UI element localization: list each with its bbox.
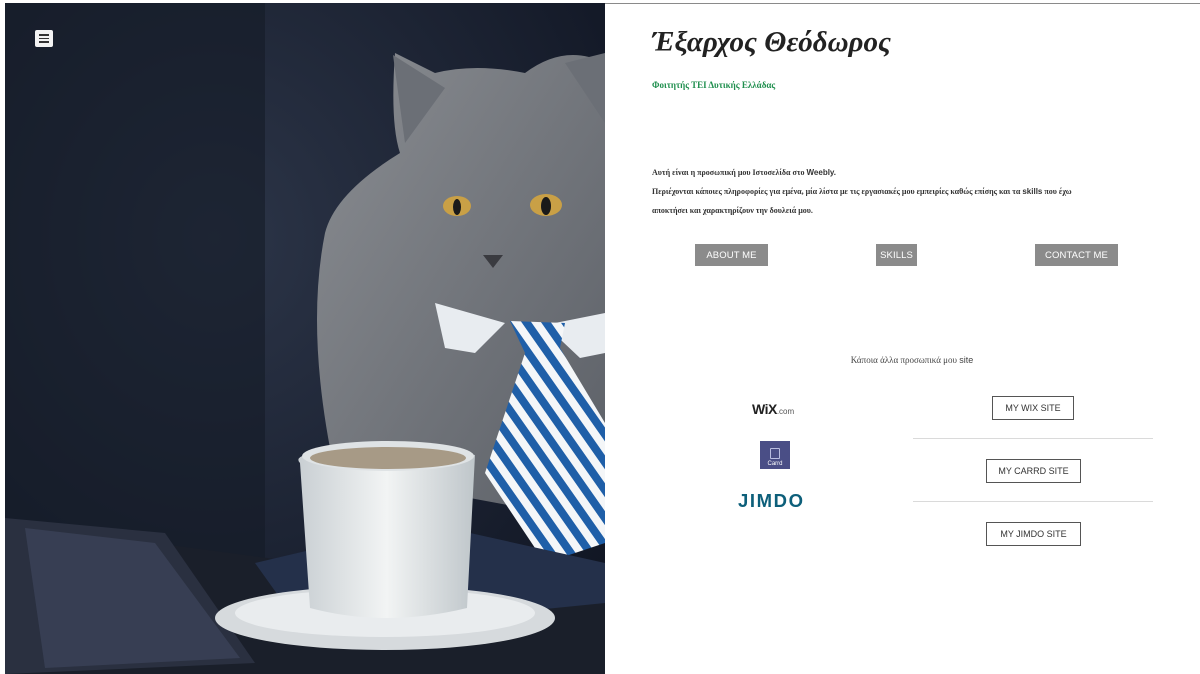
divider xyxy=(913,501,1153,502)
intro-weebly-brand: Weebly. xyxy=(806,168,837,177)
intro-line-2-suffix: που έχω xyxy=(1042,187,1072,196)
intro-skills-word: skills xyxy=(1022,187,1043,196)
carrd-logo: Carrd xyxy=(760,441,790,469)
my-jimdo-site-button[interactable]: MY JIMDO SITE xyxy=(986,522,1081,546)
skills-button[interactable]: SKILLS xyxy=(876,244,917,266)
page-subtitle: Φοιτητής ΤΕΙ Δυτικής Ελλάδας xyxy=(652,80,776,90)
intro-line-3: αποκτήσει και χαρακτηρίζουν την δουλειά … xyxy=(652,206,813,215)
divider xyxy=(913,438,1153,439)
wix-logo-text: WiX xyxy=(752,401,777,417)
contact-me-button[interactable]: CONTACT ME xyxy=(1035,244,1118,266)
other-sites-heading-text: Κάποια άλλα προσωπικά μου xyxy=(850,355,960,365)
hamburger-menu-icon[interactable] xyxy=(35,30,53,47)
cat-photo-illustration xyxy=(5,3,605,674)
my-carrd-site-button[interactable]: MY CARRD SITE xyxy=(986,459,1081,483)
page-title: Έξαρχος Θεόδωρος xyxy=(652,26,891,58)
carrd-mark-icon xyxy=(770,448,780,459)
wix-logo: WiX.com xyxy=(752,401,794,419)
intro-line-2: Περιέχονται κάποιες πληροφορίες για εμέν… xyxy=(652,182,1172,201)
other-sites-heading-site: site xyxy=(959,355,974,365)
my-wix-site-button[interactable]: MY WIX SITE xyxy=(992,396,1074,420)
wix-logo-suffix: .com xyxy=(776,407,795,416)
top-divider xyxy=(605,3,1200,4)
carrd-logo-text: Carrd xyxy=(767,461,783,467)
intro-line-2-text: Περιέχονται κάποιες πληροφορίες για εμέν… xyxy=(652,187,1023,196)
intro-line-1: Αυτή είναι η προσωπική μου Ιστοσελίδα στ… xyxy=(652,163,1172,182)
other-sites-heading: Κάποια άλλα προσωπικά μου site xyxy=(652,355,1172,365)
jimdo-logo: JIMDO xyxy=(738,490,805,511)
hero-image-cat xyxy=(5,3,605,674)
intro-paragraph: Αυτή είναι η προσωπική μου Ιστοσελίδα στ… xyxy=(652,163,1172,220)
about-me-button[interactable]: ABOUT ME xyxy=(695,244,768,266)
intro-line-1-text: Αυτή είναι η προσωπική μου Ιστοσελίδα στ… xyxy=(652,168,807,177)
